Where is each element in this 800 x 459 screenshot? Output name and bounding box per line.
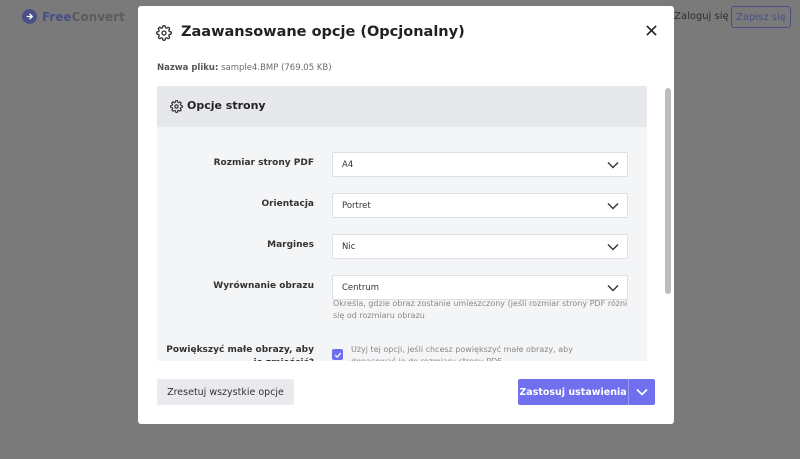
margin-label: Margines bbox=[267, 240, 314, 250]
section-title: Opcje strony bbox=[187, 99, 266, 112]
chevron-down-icon bbox=[607, 203, 619, 210]
close-icon bbox=[645, 24, 657, 36]
check-icon bbox=[334, 351, 341, 358]
margin-value: Nic bbox=[342, 242, 356, 252]
alignment-hint: Określa, gdzie obraz zostanie umieszczon… bbox=[333, 299, 628, 320]
advanced-options-modal: Zaawansowane opcje (Opcjonalny) Nazwa pl… bbox=[138, 6, 674, 424]
reset-options-button[interactable]: Zresetuj wszystkie opcje bbox=[157, 379, 294, 405]
orientation-select[interactable]: Portret bbox=[332, 193, 628, 218]
freeconvert-logo[interactable]: FreeConvert bbox=[22, 9, 125, 24]
options-scroll-area: Opcje strony Rozmiar strony PDF A4 Orien… bbox=[157, 86, 647, 361]
close-button[interactable] bbox=[641, 20, 661, 40]
orientation-value: Portret bbox=[342, 201, 371, 211]
page-size-select[interactable]: A4 bbox=[332, 152, 628, 177]
image-alignment-value: Centrum bbox=[342, 283, 380, 293]
chevron-down-icon bbox=[607, 285, 619, 292]
file-name: Nazwa pliku: sample4.BMP (769.05 KB) bbox=[157, 63, 332, 73]
section-header[interactable]: Opcje strony bbox=[157, 86, 647, 127]
page-size-value: A4 bbox=[342, 160, 354, 170]
scrollbar-thumb[interactable] bbox=[665, 88, 671, 294]
orientation-label: Orientacja bbox=[261, 199, 314, 209]
enlarge-images-description: Użyj tej opcji, jeśli chcesz powiększyć … bbox=[351, 345, 573, 361]
chevron-down-icon bbox=[607, 244, 619, 251]
image-alignment-select[interactable]: Centrum bbox=[332, 275, 628, 300]
chevron-down-icon bbox=[636, 388, 648, 396]
chevron-down-icon bbox=[607, 162, 619, 169]
logo-text: FreeConvert bbox=[42, 9, 125, 24]
apply-dropdown-button[interactable] bbox=[629, 379, 655, 405]
gear-icon bbox=[156, 25, 172, 41]
enlarge-images-checkbox[interactable] bbox=[332, 349, 343, 360]
page-size-label: Rozmiar strony PDF bbox=[213, 158, 314, 168]
enlarge-images-label: Powiększyć małe obrazy, aby je zmieścić? bbox=[166, 345, 314, 361]
login-link[interactable]: Zaloguj się bbox=[674, 11, 729, 22]
modal-header: Zaawansowane opcje (Opcjonalny) bbox=[138, 6, 674, 60]
margin-select[interactable]: Nic bbox=[332, 234, 628, 259]
modal-title: Zaawansowane opcje (Opcjonalny) bbox=[181, 24, 465, 40]
gear-icon bbox=[170, 100, 183, 113]
image-alignment-label: Wyrównanie obrazu bbox=[213, 281, 314, 291]
logo-icon bbox=[22, 9, 37, 24]
apply-settings-button[interactable]: Zastosuj ustawienia bbox=[518, 379, 628, 405]
signup-button[interactable]: Zapisz się bbox=[731, 6, 791, 28]
